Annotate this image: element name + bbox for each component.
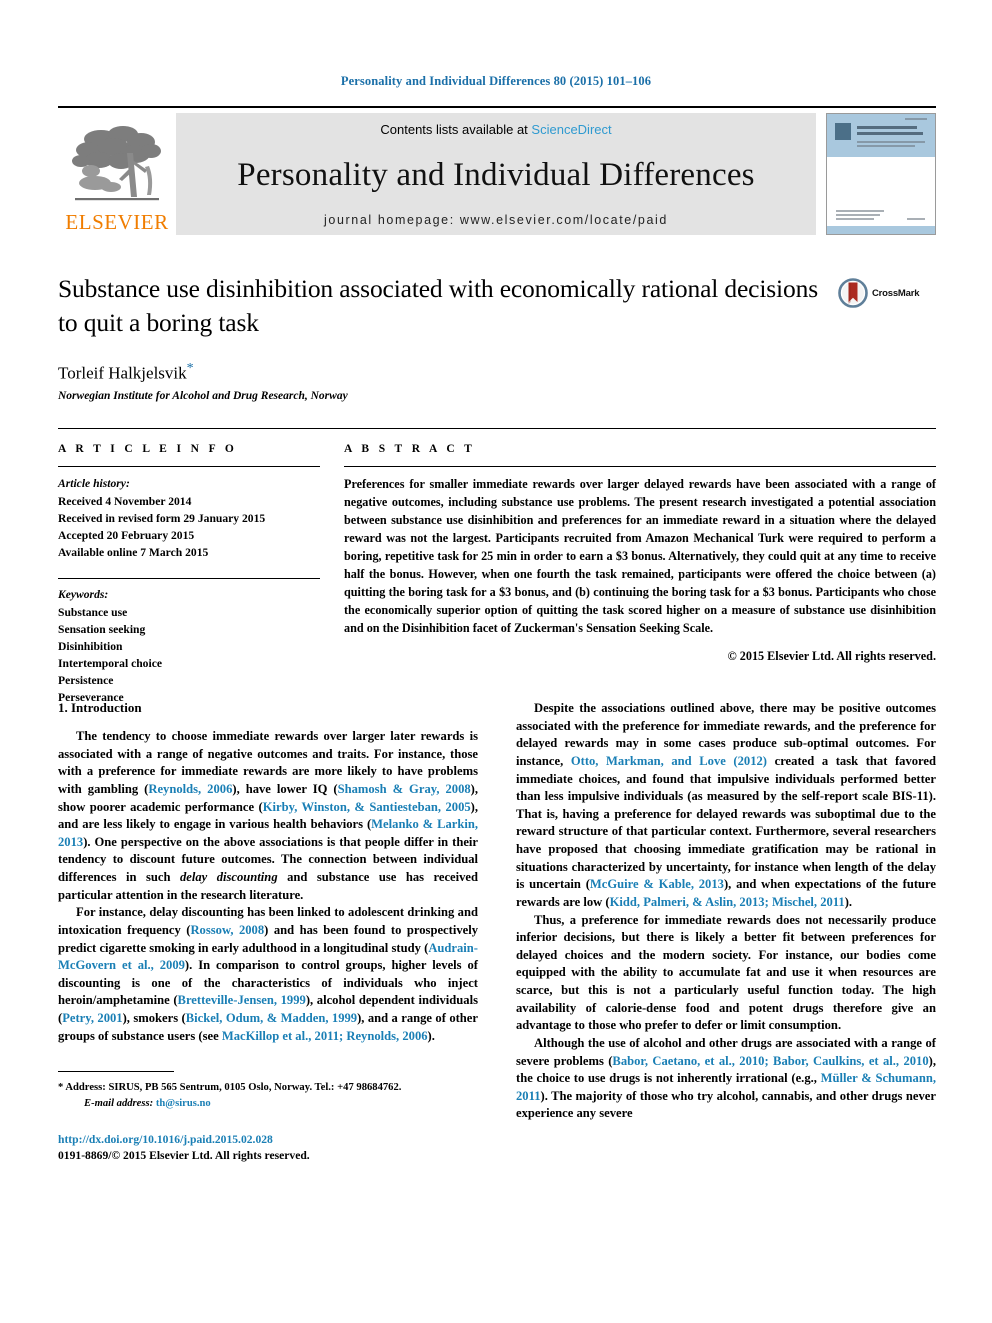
keyword-item: Substance use bbox=[58, 605, 128, 619]
abstract-rule bbox=[344, 466, 936, 467]
masthead-center: Contents lists available at ScienceDirec… bbox=[176, 113, 816, 235]
cover-footer-line-4 bbox=[907, 218, 925, 220]
contents-prefix: Contents lists available at bbox=[380, 122, 528, 137]
footnote-email-line: E-mail address: th@sirus.no bbox=[58, 1096, 478, 1112]
title-block: Substance use disinhibition associated w… bbox=[58, 272, 818, 402]
email-link[interactable]: th@sirus.no bbox=[156, 1098, 211, 1109]
cover-footer-line-2 bbox=[836, 214, 880, 216]
keyword-item: Sensation seeking bbox=[58, 622, 146, 636]
journal-title: Personality and Individual Differences bbox=[237, 156, 755, 193]
affiliation: Norwegian Institute for Alcohol and Drug… bbox=[58, 389, 348, 402]
paper-page: Personality and Individual Differences 8… bbox=[0, 0, 992, 1323]
footnote-address: * Address: SIRUS, PB 565 Sentrum, 0105 O… bbox=[58, 1080, 478, 1096]
keyword-item: Persistence bbox=[58, 673, 114, 687]
body-column-right: Despite the associations outlined above,… bbox=[516, 700, 936, 1164]
text-run: created a task that favored immediate ch… bbox=[516, 753, 937, 892]
footnote-marker: * bbox=[58, 1082, 64, 1094]
elsevier-wordmark: ELSEVIER bbox=[65, 210, 169, 234]
cover-footer-line-3 bbox=[836, 218, 874, 220]
footnote-rule bbox=[58, 1071, 174, 1073]
footnote-address-text: Address: SIRUS, PB 565 Sentrum, 0105 Osl… bbox=[65, 1082, 402, 1094]
text-run: ), smokers ( bbox=[122, 1011, 186, 1025]
crossmark-badge[interactable]: CrossMark bbox=[838, 278, 920, 308]
body-paragraph: Thus, a preference for immediate rewards… bbox=[516, 912, 936, 1035]
running-head: Personality and Individual Differences 8… bbox=[340, 74, 652, 88]
citation-link[interactable]: Rossow, 2008 bbox=[190, 923, 264, 937]
body-paragraph: Despite the associations outlined above,… bbox=[516, 700, 936, 912]
info-abstract-block: A R T I C L E I N F O Article history: R… bbox=[58, 428, 936, 706]
abstract-column: A B S T R A C T Preferences for smaller … bbox=[344, 443, 936, 706]
article-history-label: Article history: bbox=[58, 477, 130, 490]
cover-footer-line-1 bbox=[836, 210, 884, 212]
citation-link[interactable]: Babor, Caetano, et al., 2010; Babor, Cau… bbox=[612, 1054, 928, 1068]
citation-link[interactable]: Bretteville-Jensen, 1999 bbox=[178, 993, 306, 1007]
body-paragraph: Although the use of alcohol and other dr… bbox=[516, 1035, 936, 1123]
citation-link[interactable]: Kidd, Palmeri, & Aslin, 2013; Mischel, 2… bbox=[610, 895, 845, 909]
body-paragraph: The tendency to choose immediate rewards… bbox=[58, 728, 478, 904]
article-info-rule bbox=[58, 466, 320, 467]
text-run: ). bbox=[844, 894, 853, 909]
keyword-item: Disinhibition bbox=[58, 639, 123, 653]
contents-list-line: Contents lists available at ScienceDirec… bbox=[380, 122, 611, 137]
citation-link[interactable]: Otto, Markman, and Love (2012) bbox=[571, 754, 767, 768]
keywords-rule bbox=[58, 577, 320, 579]
crossmark-icon bbox=[838, 278, 868, 308]
citation-link[interactable]: Kirby, Winston, & Santiesteban, 2005 bbox=[263, 800, 471, 814]
keyword-item: Intertemporal choice bbox=[58, 656, 162, 670]
citation-link[interactable]: Reynolds, 2006 bbox=[148, 782, 232, 796]
citation-link[interactable]: MacKillop et al., 2011; Reynolds, 2006 bbox=[222, 1029, 428, 1043]
cover-logo-square bbox=[835, 123, 851, 140]
cover-title-line-1 bbox=[857, 126, 917, 129]
body-columns: 1. Introduction The tendency to choose i… bbox=[58, 700, 936, 1164]
journal-masthead: ELSEVIER Contents lists available at Sci… bbox=[58, 106, 936, 235]
cover-corner-mark bbox=[905, 118, 927, 120]
article-history-item: Available online 7 March 2015 bbox=[58, 545, 209, 559]
email-label: E-mail address: bbox=[84, 1098, 154, 1110]
crossmark-label: CrossMark bbox=[872, 287, 920, 299]
citation-link[interactable]: McGuire & Kable, 2013 bbox=[590, 877, 724, 891]
author-line: Torleif Halkjelsvik* bbox=[58, 361, 818, 384]
issn-copyright: 0191-8869/© 2015 Elsevier Ltd. All right… bbox=[58, 1149, 310, 1163]
abstract-copyright: © 2015 Elsevier Ltd. All rights reserved… bbox=[727, 649, 936, 664]
sciencedirect-link[interactable]: ScienceDirect bbox=[531, 122, 611, 137]
text-run: Thus, a preference for immediate rewards… bbox=[516, 912, 936, 1033]
text-run: ). bbox=[427, 1028, 435, 1043]
abstract-heading: A B S T R A C T bbox=[344, 443, 476, 455]
cover-title-line-2 bbox=[857, 132, 923, 135]
article-history-item: Accepted 20 February 2015 bbox=[58, 528, 195, 542]
doi-link[interactable]: http://dx.doi.org/10.1016/j.paid.2015.02… bbox=[58, 1132, 478, 1148]
citation-link[interactable]: Petry, 2001 bbox=[62, 1011, 122, 1025]
body-column-left: 1. Introduction The tendency to choose i… bbox=[58, 700, 478, 1164]
page-title: Substance use disinhibition associated w… bbox=[58, 274, 818, 337]
journal-homepage[interactable]: journal homepage: www.elsevier.com/locat… bbox=[324, 213, 668, 227]
keywords-label: Keywords: bbox=[58, 587, 109, 601]
corresponding-author-marker: * bbox=[186, 361, 194, 377]
section-heading-introduction: 1. Introduction bbox=[58, 700, 142, 715]
article-history-item: Received 4 November 2014 bbox=[58, 494, 192, 508]
elsevier-logo: ELSEVIER bbox=[58, 113, 176, 235]
article-history-item: Received in revised form 29 January 2015 bbox=[58, 511, 266, 525]
body-paragraph: For instance, delay discounting has been… bbox=[58, 904, 478, 1045]
footnote-block: * Address: SIRUS, PB 565 Sentrum, 0105 O… bbox=[58, 1071, 478, 1112]
article-info-column: A R T I C L E I N F O Article history: R… bbox=[58, 443, 344, 706]
text-run: ). The majority of those who try alcohol… bbox=[516, 1088, 936, 1121]
article-info-heading: A R T I C L E I N F O bbox=[58, 443, 238, 455]
cover-bottom-band bbox=[827, 225, 935, 234]
author-name: Torleif Halkjelsvik bbox=[58, 363, 187, 383]
cover-subtitle-line-2 bbox=[857, 145, 915, 147]
citation-link[interactable]: Shamosh & Gray, 2008 bbox=[338, 782, 471, 796]
journal-cover-thumbnail bbox=[826, 113, 936, 235]
citation-link[interactable]: Bickel, Odum, & Madden, 1999 bbox=[186, 1011, 357, 1025]
elsevier-tree-icon bbox=[72, 126, 161, 201]
footer-block: http://dx.doi.org/10.1016/j.paid.2015.02… bbox=[58, 1132, 478, 1164]
abstract-text: Preferences for smaller immediate reward… bbox=[344, 477, 936, 635]
text-run: delay discounting bbox=[179, 870, 278, 884]
cover-subtitle-line-1 bbox=[857, 141, 925, 143]
text-run: ), have lower IQ ( bbox=[232, 781, 338, 796]
